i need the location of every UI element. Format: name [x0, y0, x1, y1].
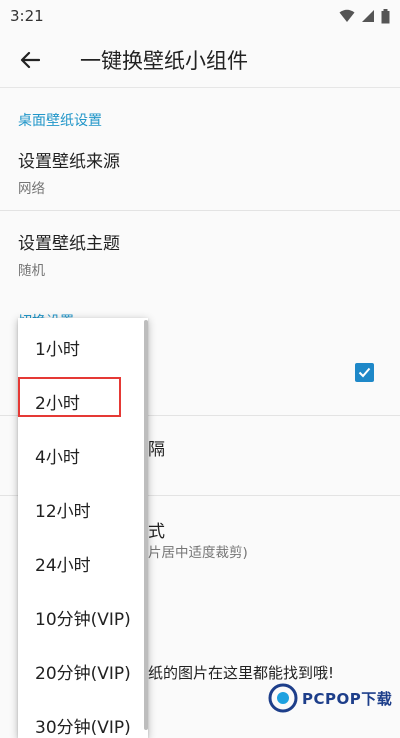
popup-scrollbar[interactable]: [144, 320, 148, 730]
popup-item-10min[interactable]: 10分钟(VIP): [18, 590, 148, 644]
pref-wallpaper-theme[interactable]: 设置壁纸主题 随机: [0, 229, 400, 279]
wifi-icon: [339, 9, 355, 22]
popup-item-24h[interactable]: 24小时: [18, 536, 148, 590]
pref-summary: 网络: [18, 181, 45, 197]
status-time: 3:21: [10, 7, 44, 25]
popup-item-30min[interactable]: 30分钟(VIP): [18, 698, 148, 738]
pref-wallpaper-source[interactable]: 设置壁纸来源 网络: [0, 147, 400, 197]
section-header-desktop: 桌面壁纸设置: [18, 113, 102, 129]
status-icons: [339, 8, 390, 24]
status-bar: 3:21: [0, 0, 400, 32]
pref-title: 设置壁纸主题: [18, 234, 120, 254]
pref-interval-title: 隔: [148, 440, 165, 460]
pref-title: 设置壁纸来源: [18, 152, 120, 172]
popup-item-1h[interactable]: 1小时: [18, 320, 148, 374]
watermark-text: PCPOP下载: [302, 689, 393, 708]
popup-item-2h[interactable]: 2小时: [18, 374, 148, 428]
app-bar: 一键换壁纸小组件: [0, 32, 400, 88]
pcpop-logo-icon: [268, 683, 298, 713]
signal-icon: [362, 10, 374, 22]
auto-switch-checkbox[interactable]: [355, 363, 374, 382]
back-button[interactable]: [0, 32, 60, 88]
interval-popup-menu: 1小时 2小时 4小时 12小时 24小时 10分钟(VIP) 20分钟(VIP…: [18, 318, 148, 738]
divider: [0, 210, 400, 211]
check-icon: [358, 367, 371, 378]
battery-icon: [381, 8, 390, 23]
popup-item-12h[interactable]: 12小时: [18, 482, 148, 536]
pref-summary: 随机: [18, 263, 45, 279]
popup-list: 1小时 2小时 4小时 12小时 24小时 10分钟(VIP) 20分钟(VIP…: [18, 320, 148, 738]
popup-item-4h[interactable]: 4小时: [18, 428, 148, 482]
footer-text: 纸的图片在这里都能找到哦!: [148, 664, 335, 682]
back-arrow-icon: [20, 51, 40, 68]
watermark-logo: PCPOP下载: [268, 682, 392, 714]
popup-item-20min[interactable]: 20分钟(VIP): [18, 644, 148, 698]
page-title: 一键换壁纸小组件: [80, 48, 248, 73]
pref-mode-summary: 片居中适度裁剪): [148, 545, 248, 561]
pref-mode-title: 式: [148, 522, 165, 542]
